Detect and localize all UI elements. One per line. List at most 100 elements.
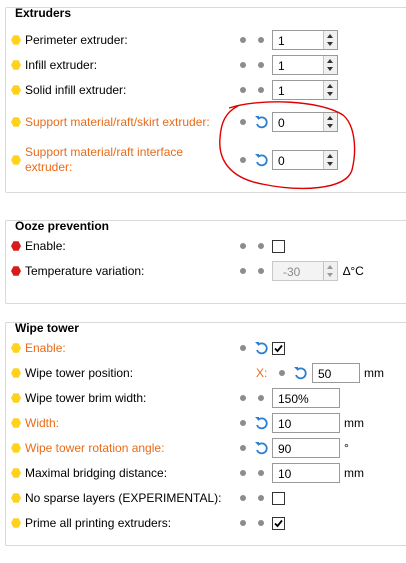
wipe-position-label: Wipe tower position: (25, 366, 134, 380)
bridging-distance-unit: mm (344, 466, 364, 480)
hexagon-bullet-icon (11, 468, 21, 478)
spinner-arrows-icon[interactable] (323, 81, 337, 99)
wipe-tower-title: Wipe tower (15, 321, 79, 335)
temperature-variation-row: Temperature variation: -30 ∆°C (0, 261, 406, 283)
ooze-enable-label: Enable: (25, 239, 66, 253)
infill-extruder-label: Infill extruder: (25, 58, 98, 72)
reset-dot-icon[interactable] (258, 268, 264, 274)
hexagon-bullet-icon (11, 443, 21, 453)
interface-extruder-label: Support material/raft interface extruder: (25, 145, 184, 174)
reset-dot-icon[interactable] (258, 243, 264, 249)
hexagon-bullet-icon (11, 85, 21, 95)
perimeter-extruder-label: Perimeter extruder: (25, 33, 128, 47)
spinner-arrows-icon[interactable] (323, 31, 337, 49)
infill-extruder-row: Infill extruder: 1 (0, 55, 406, 77)
wipe-enable-label: Enable: (25, 341, 66, 355)
lock-dot-icon[interactable] (240, 345, 246, 351)
prime-all-extruders-checkbox[interactable] (272, 517, 285, 530)
undo-arrow-icon[interactable] (254, 153, 268, 167)
lock-dot-icon[interactable] (240, 37, 246, 43)
reset-dot-icon[interactable] (258, 37, 264, 43)
support-extruder-row: Support material/raft/skirt extruder: 0 (0, 112, 406, 134)
spinner-arrows-icon[interactable] (323, 151, 337, 169)
hexagon-bullet-icon (11, 266, 21, 276)
wipe-enable-row: Enable: (0, 338, 406, 360)
wipe-width-input[interactable]: 10 (272, 413, 340, 433)
undo-arrow-icon[interactable] (254, 115, 268, 129)
interface-extruder-row: Support material/raft interface extruder:… (0, 145, 406, 174)
wipe-position-x-label: X: (256, 366, 268, 380)
lock-dot-icon[interactable] (240, 268, 246, 274)
spinner-arrows-icon[interactable] (323, 262, 337, 280)
prime-all-extruders-label: Prime all printing extruders: (25, 516, 172, 530)
hexagon-bullet-icon (11, 35, 21, 45)
spinner-arrows-icon[interactable] (323, 113, 337, 131)
wipe-position-unit: mm (364, 366, 384, 380)
reset-dot-icon[interactable] (258, 470, 264, 476)
prime-all-extruders-row: Prime all printing extruders: (0, 513, 406, 535)
reset-dot-icon[interactable] (258, 62, 264, 68)
hexagon-bullet-icon (11, 343, 21, 353)
wipe-rotation-row: Wipe tower rotation angle: 90 ° (0, 438, 406, 460)
ooze-enable-row: Enable: (0, 236, 406, 258)
extruders-title: Extruders (15, 6, 72, 20)
lock-dot-icon[interactable] (240, 520, 246, 526)
lock-dot-icon[interactable] (240, 395, 246, 401)
lock-dot-icon[interactable] (240, 119, 246, 125)
lock-dot-icon[interactable] (240, 470, 246, 476)
reset-dot-icon[interactable] (258, 395, 264, 401)
undo-arrow-icon[interactable] (254, 341, 268, 355)
temperature-variation-spinner[interactable]: -30 (272, 261, 338, 281)
bridging-distance-input[interactable]: 10 (272, 463, 340, 483)
interface-extruder-spinner[interactable]: 0 (272, 150, 338, 170)
hexagon-bullet-icon (11, 393, 21, 403)
temperature-variation-label: Temperature variation: (25, 264, 145, 278)
wipe-width-label: Width: (25, 416, 60, 430)
solid-infill-extruder-spinner[interactable]: 1 (272, 80, 338, 100)
spinner-arrows-icon[interactable] (323, 56, 337, 74)
lock-dot-icon[interactable] (240, 445, 246, 451)
solid-infill-extruder-label: Solid infill extruder: (25, 83, 127, 97)
wipe-brim-width-input[interactable]: 150% (272, 388, 340, 408)
hexagon-bullet-icon (11, 493, 21, 503)
wipe-width-unit: mm (344, 416, 364, 430)
bridging-distance-label: Maximal bridging distance: (25, 466, 168, 480)
checkmark-icon (274, 344, 283, 353)
reset-dot-icon[interactable] (258, 87, 264, 93)
ooze-enable-checkbox[interactable] (272, 240, 285, 253)
wipe-enable-checkbox[interactable] (272, 342, 285, 355)
hexagon-bullet-icon (11, 418, 21, 428)
lock-dot-icon[interactable] (240, 495, 246, 501)
infill-extruder-spinner[interactable]: 1 (272, 55, 338, 75)
temperature-unit: ∆°C (343, 264, 364, 278)
perimeter-extruder-spinner[interactable]: 1 (272, 30, 338, 50)
lock-dot-icon[interactable] (240, 243, 246, 249)
reset-dot-icon[interactable] (258, 495, 264, 501)
wipe-brim-width-row: Wipe tower brim width: 150% (0, 388, 406, 410)
lock-dot-icon[interactable] (240, 62, 246, 68)
wipe-rotation-unit: ° (344, 441, 349, 455)
wipe-width-row: Width: 10 mm (0, 413, 406, 435)
lock-dot-icon[interactable] (240, 420, 246, 426)
wipe-position-row: Wipe tower position: X: 50 mm (0, 363, 406, 385)
wipe-position-x-input[interactable]: 50 (312, 363, 360, 383)
support-extruder-spinner[interactable]: 0 (272, 112, 338, 132)
hexagon-bullet-icon (11, 518, 21, 528)
wipe-brim-width-label: Wipe tower brim width: (25, 391, 147, 405)
undo-arrow-icon[interactable] (293, 366, 307, 380)
undo-arrow-icon[interactable] (254, 416, 268, 430)
lock-dot-icon[interactable] (240, 87, 246, 93)
no-sparse-layers-checkbox[interactable] (272, 492, 285, 505)
reset-dot-icon[interactable] (258, 520, 264, 526)
solid-infill-extruder-row: Solid infill extruder: 1 (0, 80, 406, 102)
lock-dot-icon[interactable] (279, 370, 285, 376)
ooze-prevention-title: Ooze prevention (15, 219, 110, 233)
no-sparse-layers-row: No sparse layers (EXPERIMENTAL): (0, 488, 406, 510)
lock-dot-icon[interactable] (240, 157, 246, 163)
wipe-rotation-input[interactable]: 90 (272, 438, 340, 458)
undo-arrow-icon[interactable] (254, 441, 268, 455)
hexagon-bullet-icon (11, 155, 21, 165)
no-sparse-layers-label: No sparse layers (EXPERIMENTAL): (25, 491, 222, 505)
wipe-rotation-label: Wipe tower rotation angle: (25, 441, 165, 455)
perimeter-extruder-row: Perimeter extruder: 1 (0, 30, 406, 52)
